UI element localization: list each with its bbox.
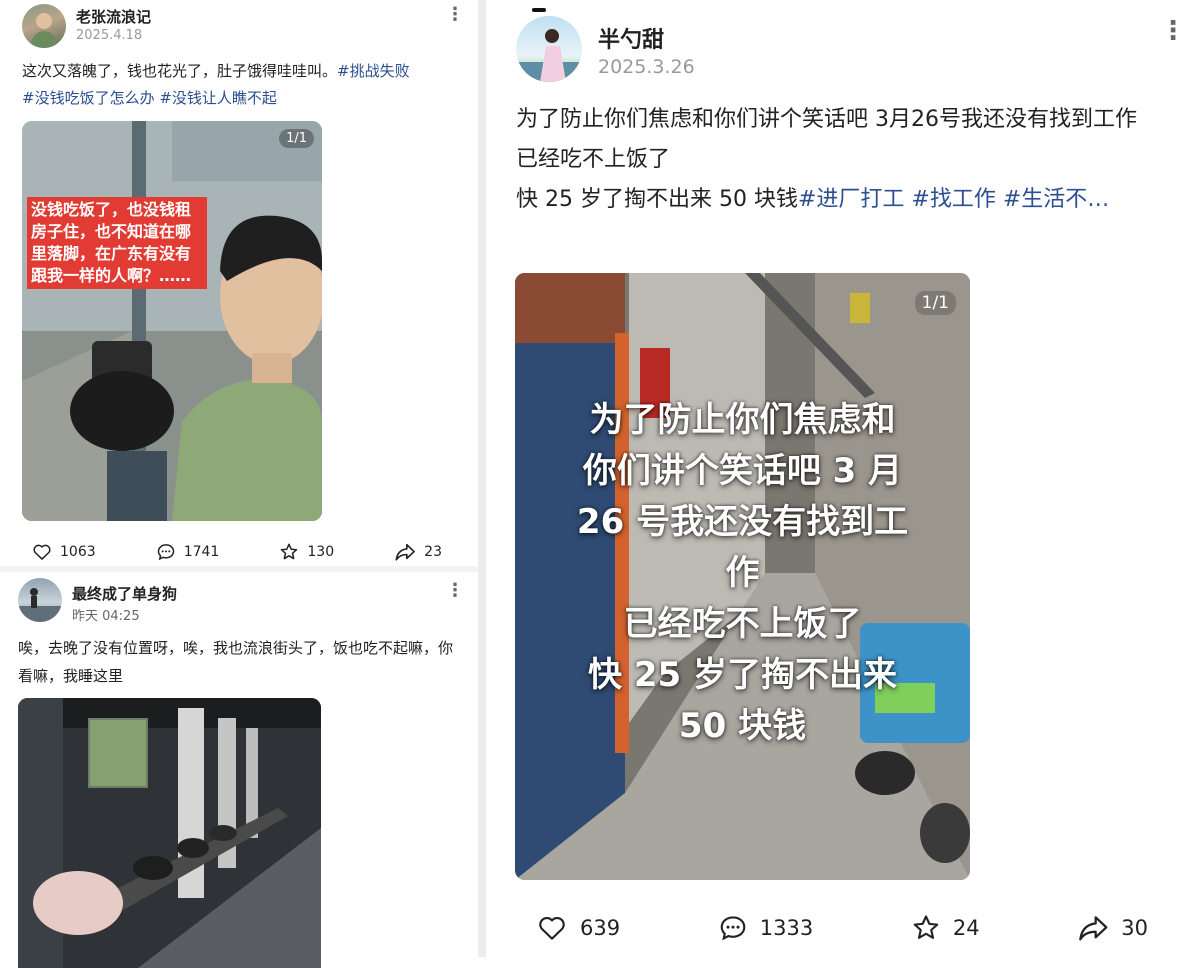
share-arrow-icon [395, 543, 416, 561]
hashtag[interactable]: #找工作 [911, 187, 995, 212]
comment-count: 1741 [183, 544, 220, 560]
post-text: 为了防止你们焦虑和你们讲个笑话吧 3月26号我还没有找到工作 已经吃不上饭了 快… [516, 100, 1176, 220]
share-button[interactable]: 30 [1077, 913, 1148, 943]
favorite-count: 130 [307, 544, 335, 560]
hashtag[interactable]: #没钱吃饭了怎么办 [22, 89, 155, 107]
avatar-image [18, 588, 62, 622]
multi-image-icon: 1/1 [279, 129, 314, 148]
heart-icon [539, 916, 565, 940]
hashtag[interactable]: #进厂打工 [798, 187, 904, 212]
favorite-button[interactable]: 130 [279, 542, 334, 562]
post-card-3[interactable]: 半勺甜 2025.3.26 ⋮ 为了防止你们焦虑和你们讲个笑话吧 3月26号我还… [486, 0, 1200, 957]
image-caption: 没钱吃饭了，也没钱租房子住，也不知道在哪里落脚，在广东有没有跟我一样的人啊？…… [27, 197, 207, 289]
star-icon [913, 915, 939, 939]
action-bar: 639 1333 24 30 [536, 910, 1148, 946]
hashtag[interactable]: #生活不… [1003, 187, 1109, 212]
caption-line: 作 [725, 553, 760, 593]
caption-line: 你们讲个笑话吧 3 月 [582, 451, 903, 491]
photo-scene [18, 698, 321, 968]
heart-icon [33, 544, 51, 560]
image-caption: 为了防止你们焦虑和 你们讲个笑话吧 3 月 26 号我还没有找到工 作 已经吃不… [515, 395, 970, 752]
caption-line: 50 块钱 [678, 706, 807, 746]
column-divider [478, 0, 486, 957]
more-vertical-icon[interactable]: ⋮ [446, 6, 464, 24]
post-card-1[interactable]: 老张流浪记 2025.4.18 ⋮ 这次又落魄了，钱也花光了，肚子饿得哇哇叫。#… [0, 0, 478, 566]
status-indicator [532, 8, 546, 12]
comment-count: 1333 [759, 916, 814, 940]
photo-scene [22, 121, 322, 521]
share-button[interactable]: 23 [394, 542, 442, 562]
image-count: 1/1 [921, 293, 949, 313]
like-count: 639 [580, 916, 621, 940]
post-line-with-tags: 快 25 岁了掏不出来 50 块钱#进厂打工 #找工作 #生活不… [516, 180, 1176, 220]
share-count: 23 [424, 544, 442, 560]
like-count: 1063 [60, 544, 96, 560]
post-line: 快 25 岁了掏不出来 50 块钱 [516, 187, 798, 212]
share-count: 30 [1121, 916, 1148, 940]
caption-line: 为了防止你们焦虑和 [589, 400, 896, 440]
post-text: 这次又落魄了，钱也花光了，肚子饿得哇哇叫。#挑战失败 #没钱吃饭了怎么办 #没钱… [22, 58, 462, 112]
caption-line: 已经吃不上饭了 [623, 604, 862, 644]
avatar-image [516, 29, 582, 82]
author-avatar[interactable] [22, 4, 66, 48]
more-vertical-icon[interactable]: ⋮ [446, 582, 464, 600]
post-text: 唉，去晚了没有位置呀，唉，我也流浪街头了，饭也吃不起嘛，你看嘛，我睡这里 [18, 639, 454, 685]
hashtag[interactable]: #挑战失败 [337, 62, 410, 80]
like-button[interactable]: 1063 [32, 542, 96, 562]
comment-button[interactable]: 1333 [718, 913, 813, 943]
caption-line: 快 25 岁了掏不出来 [588, 655, 897, 695]
image-count: 1/1 [286, 131, 307, 146]
author-avatar[interactable] [516, 16, 582, 82]
hashtag[interactable]: #没钱让人瞧不起 [159, 89, 277, 107]
post-line: 为了防止你们焦虑和你们讲个笑话吧 3月26号我还没有找到工作 [516, 107, 1137, 132]
caption-line: 26 号我还没有找到工 [576, 502, 909, 542]
post-date: 2025.4.18 [76, 28, 143, 43]
post-image[interactable] [18, 698, 321, 968]
more-vertical-icon[interactable]: ⋮ [1160, 18, 1186, 44]
share-arrow-icon [1079, 916, 1108, 941]
avatar-image [30, 13, 58, 48]
like-button[interactable]: 639 [536, 913, 620, 943]
comment-button[interactable]: 1741 [156, 542, 220, 562]
chat-bubble-icon [720, 916, 746, 941]
author-name[interactable]: 半勺甜 [598, 22, 664, 54]
post-body: 这次又落魄了，钱也花光了，肚子饿得哇哇叫。 [22, 62, 338, 80]
chat-bubble-icon [157, 544, 174, 561]
post-image[interactable]: 1/1 没钱吃饭了，也没钱租房子住，也不知道在哪里落脚，在广东有没有跟我一样的人… [22, 121, 322, 521]
author-name[interactable]: 老张流浪记 [76, 6, 151, 27]
author-avatar[interactable] [18, 578, 62, 622]
favorite-count: 24 [952, 916, 980, 940]
star-icon [281, 543, 298, 560]
action-bar: 1063 1741 130 23 [32, 540, 442, 564]
author-name[interactable]: 最终成了单身狗 [72, 583, 177, 604]
favorite-button[interactable]: 24 [911, 913, 980, 943]
post-line: 已经吃不上饭了 [516, 147, 671, 172]
post-date: 昨天 04:25 [72, 609, 140, 624]
post-image[interactable]: 1/1 为了防止你们焦虑和 你们讲个笑话吧 3 月 26 号我还没有找到工 作 … [515, 273, 970, 880]
multi-image-icon: 1/1 [914, 291, 956, 315]
post-date: 2025.3.26 [598, 56, 695, 78]
post-card-2[interactable]: 最终成了单身狗 昨天 04:25 ⋮ 唉，去晚了没有位置呀，唉，我也流浪街头了，… [0, 572, 478, 968]
